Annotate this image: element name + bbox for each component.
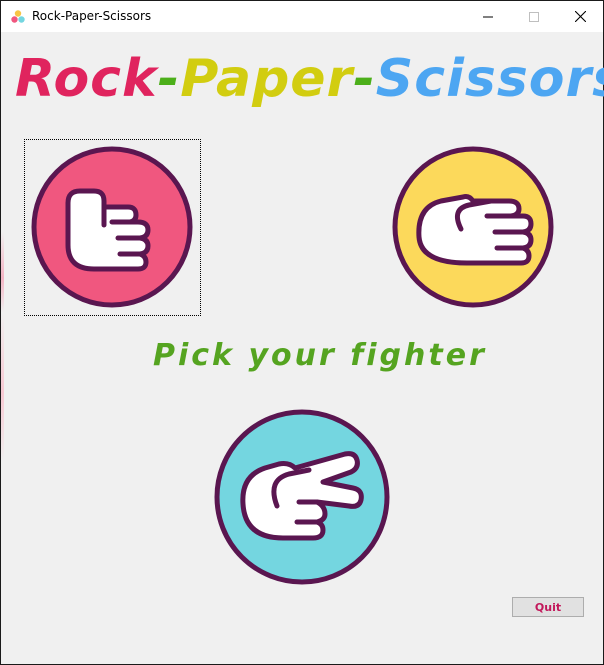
paper-fighter-button[interactable] [391,145,555,313]
close-icon [574,11,586,22]
decorative-edge [1,232,4,462]
title-bar[interactable]: Rock-Paper-Scissors [1,1,603,32]
scissors-hand-icon [214,409,390,585]
rock-fighter-button[interactable] [30,145,194,313]
app-icon [11,10,25,23]
title-dash-1: - [157,49,181,109]
game-title: Rock-Paper-Scissors [15,49,604,109]
title-rock: Rock [15,49,158,109]
title-scissors: Scissors [375,49,604,109]
close-button[interactable] [557,1,603,32]
title-dash-2: - [353,49,376,109]
client-area: Rock-Paper-Scissors Pick your fighter Qu… [1,32,604,664]
window-title: Rock-Paper-Scissors [32,9,152,23]
maximize-icon [529,11,539,22]
maximize-button[interactable] [511,1,557,32]
rock-fist-icon [31,146,193,308]
quit-button[interactable]: Quit [512,597,584,617]
scissors-fighter-button[interactable] [213,408,391,590]
paper-hand-icon [392,146,554,308]
pick-fighter-prompt: Pick your fighter [153,338,487,373]
app-window: Rock-Paper-Scissors Rock-Paper-Scissors [0,0,604,665]
minimize-button[interactable] [465,1,511,32]
title-paper: Paper [180,49,354,109]
minimize-icon [483,16,493,17]
